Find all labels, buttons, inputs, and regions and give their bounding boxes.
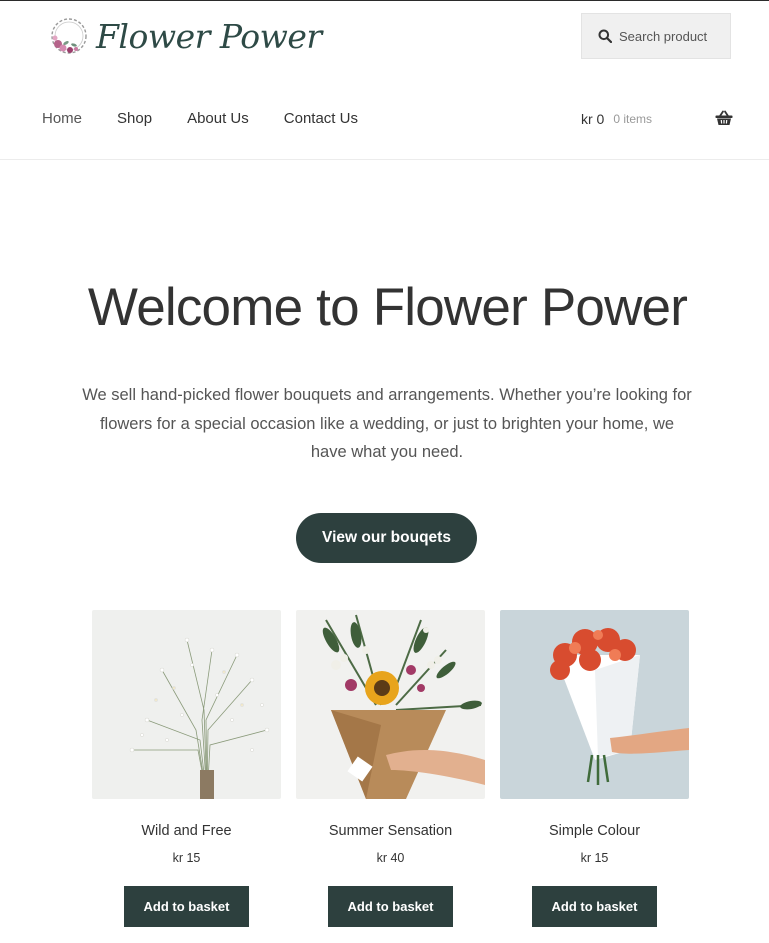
add-to-basket-button[interactable]: Add to basket [327,886,454,927]
search-box[interactable] [581,13,731,59]
nav-contact-us[interactable]: Contact Us [284,108,358,130]
product-name[interactable]: Summer Sensation [296,821,485,841]
flower-bouquet-image [92,610,281,799]
product-image-wild-and-free[interactable] [92,610,281,799]
product-price: kr 40 [376,851,405,865]
search-icon [598,29,612,43]
product-image-summer-sensation[interactable] [296,610,485,799]
flower-bouquet-image [296,610,485,799]
product-price: kr 15 [172,851,201,865]
header-divider [0,159,769,160]
nav-about-us[interactable]: About Us [187,108,249,130]
window-top-border [0,0,769,1]
product-name[interactable]: Simple Colour [500,821,689,841]
add-to-basket-button[interactable]: Add to basket [123,886,250,927]
product-card: Wild and Free kr 15 Add to basket [92,610,281,927]
cart-amount: kr 0 [581,111,605,127]
cart-item-count: 0 items [613,112,653,126]
nav-home[interactable]: Home [42,108,82,130]
header-cart[interactable]: kr 0 0 items [581,108,733,130]
product-name[interactable]: Wild and Free [92,821,281,841]
product-card: Simple Colour kr 15 Add to basket [500,610,689,927]
logo-text: Flower Power [96,16,322,56]
hero-description: We sell hand-picked flower bouquets and … [82,386,692,461]
product-card: Summer Sensation kr 40 Add to basket [296,610,485,927]
page-title: Welcome to Flower Power [87,278,688,337]
view-bouquets-button[interactable]: View our bouqets [296,513,477,563]
basket-icon [715,110,733,125]
nav-shop[interactable]: Shop [117,108,152,130]
product-price: kr 15 [580,851,609,865]
wreath-logo-icon [51,18,87,54]
flower-bouquet-image [500,610,689,799]
site-logo[interactable]: Flower Power [46,12,322,60]
product-image-simple-colour[interactable] [500,610,689,799]
search-input[interactable] [619,28,729,44]
add-to-basket-button[interactable]: Add to basket [531,886,658,927]
primary-navigation: Home Shop About Us Contact Us [42,108,393,130]
